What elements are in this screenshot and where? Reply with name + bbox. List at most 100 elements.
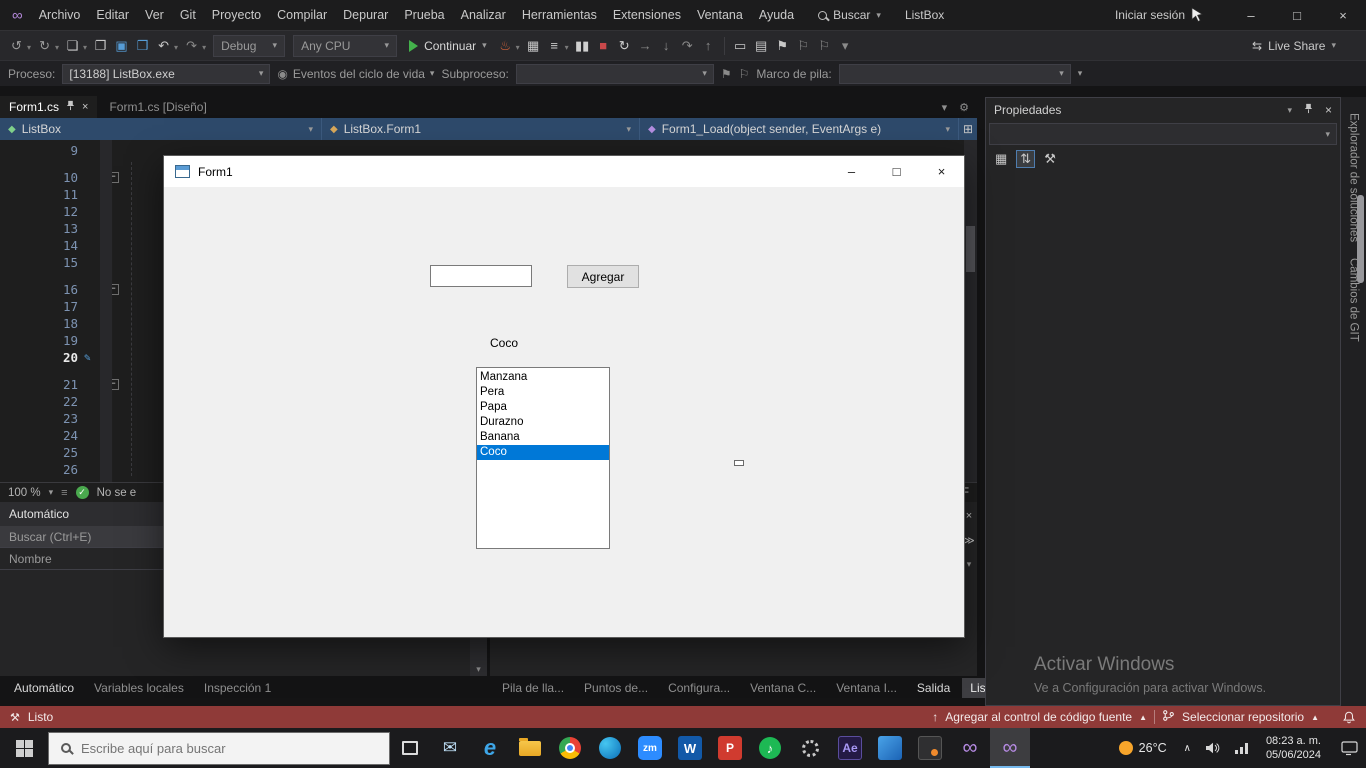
weather-widget[interactable]: 26°C [1109,741,1177,755]
dock-tab[interactable]: Salida [909,678,958,698]
close-tab-icon[interactable]: × [82,101,88,113]
close-button[interactable]: × [1320,0,1366,30]
save-icon[interactable]: ▣ [112,35,131,57]
menu-item[interactable]: Git [172,0,204,30]
sign-in-link[interactable]: Iniciar sesión [1115,8,1185,22]
live-share-button[interactable]: ⇆ Live Share ▾ [1252,39,1336,53]
fruit-listbox[interactable]: ManzanaPeraPapaDuraznoBananaCoco [476,367,610,549]
menu-item[interactable]: Prueba [396,0,452,30]
after-effects-icon[interactable]: Ae [830,728,870,768]
menu-item[interactable]: Editar [88,0,137,30]
file-explorer-icon[interactable] [510,728,550,768]
member-dropdown[interactable]: ◆ Form1_Load(object sender, EventArgs e)… [640,118,959,140]
zoom-level[interactable]: 100 % [8,487,41,499]
add-source-control-button[interactable]: Agregar al control de código fuente [945,710,1132,724]
dock-tab[interactable]: Pila de lla... [494,678,572,698]
chevron-down-icon[interactable]: ▾ [55,43,59,52]
menu-item[interactable]: Compilar [269,0,335,30]
dock-tab[interactable]: Variables locales [86,678,192,698]
bookmark-next-icon[interactable]: ⚐ [815,35,834,57]
menu-item[interactable]: Ventana [689,0,751,30]
flag-icon[interactable]: ⚑ [721,67,732,81]
menu-item[interactable]: Ayuda [751,0,802,30]
nav-forward-icon[interactable]: ↻ [35,35,54,57]
pause-icon[interactable]: ▮▮ [573,35,592,57]
chevron-down-icon[interactable]: ▾ [202,43,206,52]
chevron-down-icon[interactable]: ▾ [967,559,972,570]
step-into-icon[interactable]: ↓ [657,35,676,57]
type-dropdown[interactable]: ◆ ListBox.Form1 ▾ [322,118,640,140]
action-center-icon[interactable] [1331,741,1366,756]
tab-form1-cs[interactable]: Form1.cs × [0,96,97,118]
open-file-icon[interactable]: ❐ [91,35,110,57]
lifecycle-events-button[interactable]: ◉ Eventos del ciclo de vida ▾ [277,67,434,81]
titlebar-search[interactable]: Buscar ▾ [818,8,881,22]
navbar-target-icon[interactable]: ⊞ [959,118,977,140]
taskbar-search-input[interactable] [81,741,331,756]
app-blue-icon[interactable] [870,728,910,768]
chevron-down-icon[interactable]: ▾ [49,487,54,498]
hot-reload-icon[interactable]: ♨ [496,35,515,57]
expand-chevrons-icon[interactable]: ≫ [963,534,975,547]
chevron-up-icon[interactable]: ▲ [1311,713,1319,722]
chevron-down-icon[interactable]: ▾ [83,43,87,52]
taskbar-search[interactable] [48,732,390,765]
list-item[interactable]: Manzana [477,370,609,385]
undo-icon[interactable]: ↶ [154,35,173,57]
chevron-down-icon[interactable]: ▾ [174,43,178,52]
spotify-icon[interactable]: ♪ [750,728,790,768]
step-over-icon[interactable]: ↷ [678,35,697,57]
editor-scrollbar[interactable] [964,140,977,482]
app-dark-icon[interactable] [910,728,950,768]
toolbar-overflow-icon[interactable]: ▾ [1078,68,1083,79]
code-map-icon[interactable]: ▭ [731,35,750,57]
dock-tab[interactable]: Ventana C... [742,678,824,698]
menu-item[interactable]: Archivo [31,0,89,30]
word-icon[interactable]: W [670,728,710,768]
dock-tab[interactable]: Ventana I... [828,678,905,698]
strip-scrollbar-thumb[interactable] [1357,195,1364,283]
platform-select[interactable]: Any CPU ▾ [293,35,397,57]
agregar-button[interactable]: Agregar [567,265,639,288]
start-button[interactable] [0,728,48,768]
step-out-icon[interactable]: ↑ [699,35,718,57]
edge-new-icon[interactable] [590,728,630,768]
alphabetical-sort-icon[interactable]: ⇅ [1016,150,1035,168]
chevron-down-icon[interactable]: ▾ [565,43,569,52]
continue-button[interactable]: Continuar ▾ [401,39,495,53]
list-item[interactable]: Banana [477,430,609,445]
menu-item[interactable]: Depurar [335,0,396,30]
volume-icon[interactable] [1198,741,1227,755]
tray-overflow-icon[interactable]: ∧ [1177,743,1198,754]
stack-frame-select[interactable]: ▾ [839,64,1071,84]
menu-item[interactable]: Ver [137,0,172,30]
chrome-icon[interactable] [550,728,590,768]
bookmark-icon[interactable]: ⚑ [773,35,792,57]
form1-title-bar[interactable]: Form1 – □ × [164,156,964,187]
project-dropdown[interactable]: ◆ ListBox ▾ [0,118,322,140]
nav-back-icon[interactable]: ↺ [7,35,26,57]
list-item[interactable]: Pera [477,385,609,400]
form-maximize-button[interactable]: □ [874,156,919,187]
maximize-button[interactable]: □ [1274,0,1320,30]
wrench-icon[interactable]: ⚒ [1044,151,1056,167]
outline-icon[interactable]: ≡ [545,35,564,57]
menu-item[interactable]: Herramientas [514,0,605,30]
tab-form1-designer[interactable]: Form1.cs [Diseño] [97,100,218,114]
notifications-bell-icon[interactable] [1342,710,1356,725]
form-minimize-button[interactable]: – [829,156,874,187]
pin-icon[interactable] [66,100,75,114]
dock-tab[interactable]: Inspección 1 [196,678,279,698]
settings-icon[interactable] [790,728,830,768]
close-panel-icon[interactable]: × [966,510,972,522]
minimize-button[interactable]: – [1228,0,1274,30]
chevron-down-icon[interactable]: ▾ [516,43,520,52]
categorized-icon[interactable]: ▦ [995,151,1007,167]
scroll-down-icon[interactable]: ▾ [470,664,487,675]
visual-studio-active-icon[interactable]: ∞ [990,728,1030,768]
chevron-down-icon[interactable]: ▾ [876,10,881,21]
chevron-up-icon[interactable]: ▲ [1139,713,1147,722]
toolbar-overflow-icon[interactable]: ▾ [836,35,855,57]
redo-icon[interactable]: ↷ [182,35,201,57]
task-view-icon[interactable] [390,728,430,768]
